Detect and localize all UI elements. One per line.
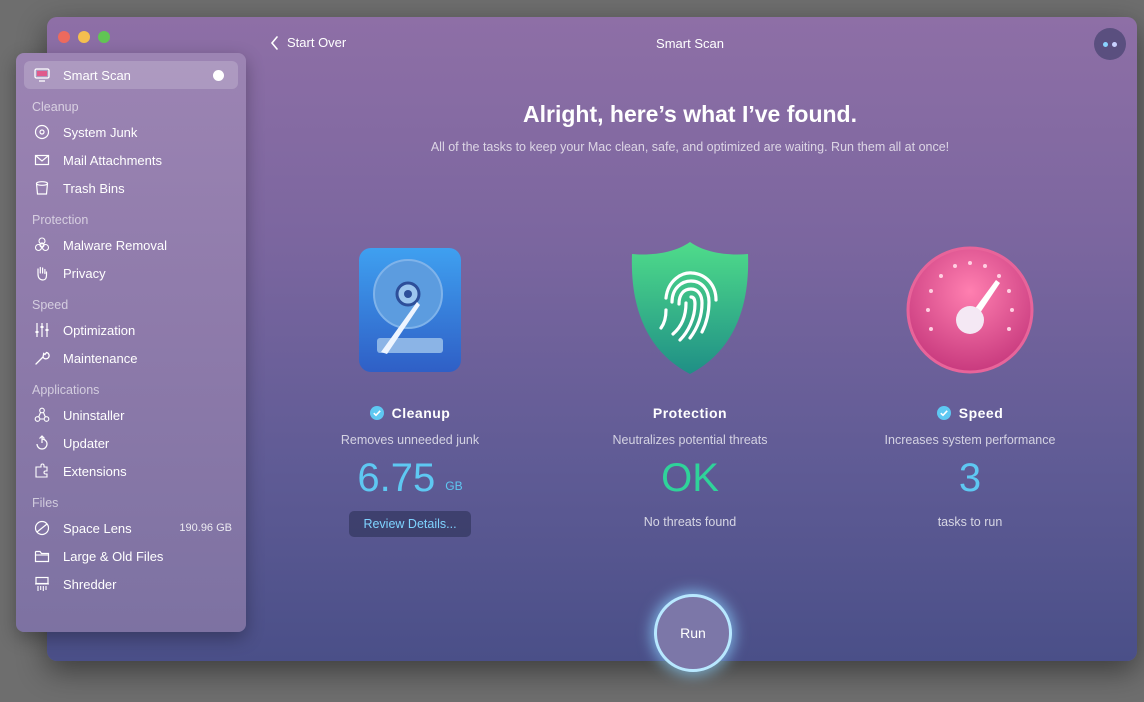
review-details-button[interactable]: Review Details...: [349, 511, 471, 537]
hand-icon: [34, 265, 50, 281]
assistant-button[interactable]: [1094, 28, 1126, 60]
speed-value-row: 3: [830, 453, 1110, 501]
sidebar-section-files: Files: [32, 496, 59, 510]
sidebar-item-label: Smart Scan: [63, 67, 131, 83]
hard-drive-icon: [270, 240, 550, 380]
sidebar-item-system-junk[interactable]: System Junk: [24, 118, 238, 146]
assistant-dot-icon: [1103, 41, 1108, 47]
sidebar-item-mail-attachments[interactable]: Mail Attachments: [24, 146, 238, 174]
zoom-window-button[interactable]: [98, 31, 110, 43]
cleanup-unit: GB: [445, 479, 463, 493]
sidebar-item-label: Shredder: [63, 576, 117, 592]
sidebar-item-label: Mail Attachments: [63, 152, 162, 168]
sidebar-item-maintenance[interactable]: Maintenance: [24, 344, 238, 372]
sidebar-item-label: Privacy: [63, 265, 106, 281]
envelope-icon: [34, 152, 50, 168]
speed-description: Increases system performance: [884, 433, 1056, 447]
active-indicator: [213, 69, 224, 81]
speed-column: Speed Increases system performance 3 tas…: [830, 240, 1110, 529]
speed-tasks-label: tasks to run: [937, 515, 1003, 529]
sidebar-item-trash-bins[interactable]: Trash Bins: [24, 174, 238, 202]
sidebar-item-large-old-files[interactable]: Large & Old Files: [24, 542, 238, 570]
speed-title: Speed: [958, 405, 1004, 421]
protection-title-row: Protection: [550, 405, 830, 421]
sidebar-item-label: Trash Bins: [63, 180, 125, 196]
disc-icon: [34, 124, 50, 140]
cleanup-column: Cleanup Removes unneeded junk 6.75 GB Re…: [270, 240, 550, 537]
sidebar-item-label: Maintenance: [63, 350, 138, 366]
cleanup-description: Removes unneeded junk: [340, 433, 480, 447]
protection-title: Protection: [652, 405, 728, 421]
run-button[interactable]: Run: [654, 594, 732, 672]
biohazard-icon: [34, 237, 50, 253]
apps-grid-icon: [34, 407, 50, 423]
check-circle-icon: [369, 406, 384, 420]
protection-status: No threats found: [643, 515, 737, 529]
protection-description: Neutralizes potential threats: [612, 433, 768, 447]
trash-icon: [34, 180, 50, 196]
cleanup-value: 6.75: [357, 456, 436, 500]
fingerprint-shield-icon: [550, 240, 830, 380]
sidebar-item-smart-scan[interactable]: Smart Scan: [24, 61, 238, 89]
protection-value-row: OK: [550, 453, 830, 501]
speed-title-row: Speed: [830, 405, 1110, 421]
protection-column: Protection Neutralizes potential threats…: [550, 240, 830, 529]
sidebar-section-applications: Applications: [32, 383, 100, 397]
protection-value: OK: [661, 456, 719, 500]
sidebar-item-optimization[interactable]: Optimization: [24, 316, 238, 344]
sidebar-section-speed: Speed: [32, 298, 69, 312]
sidebar-section-cleanup: Cleanup: [32, 100, 79, 114]
sidebar-item-label: Uninstaller: [63, 407, 125, 423]
sidebar-item-extensions[interactable]: Extensions: [24, 457, 238, 485]
sidebar: Smart Scan Cleanup System Junk Mail Atta…: [16, 53, 246, 632]
sidebar-item-label: Optimization: [63, 322, 136, 338]
sidebar-item-malware-removal[interactable]: Malware Removal: [24, 231, 238, 259]
sidebar-item-label: System Junk: [63, 124, 138, 140]
start-over-label: Start Over: [287, 35, 347, 50]
sidebar-item-space-lens[interactable]: Space Lens 190.96 GB: [24, 514, 238, 542]
sidebar-item-label: Space Lens: [63, 520, 132, 536]
window-title: Smart Scan: [656, 36, 724, 51]
assistant-dot-icon: [1112, 41, 1117, 47]
shredder-icon: [34, 576, 50, 592]
space-lens-size: 190.96 GB: [179, 522, 232, 534]
close-window-button[interactable]: [58, 31, 70, 43]
lens-icon: [34, 520, 50, 536]
page-title: Alright, here’s what I’ve found.: [523, 101, 857, 127]
window-controls: [58, 31, 110, 43]
extension-puzzle-icon: [34, 463, 50, 479]
cleanup-value-row: 6.75 GB: [270, 453, 550, 501]
cleanup-title: Cleanup: [391, 405, 451, 421]
sidebar-item-shredder[interactable]: Shredder: [24, 570, 238, 598]
sidebar-item-label: Malware Removal: [63, 237, 168, 253]
sidebar-item-label: Updater: [63, 435, 110, 451]
cleanup-title-row: Cleanup: [270, 405, 550, 421]
update-arrow-icon: [34, 435, 50, 451]
speedometer-icon: [830, 240, 1110, 380]
sidebar-item-uninstaller[interactable]: Uninstaller: [24, 401, 238, 429]
start-over-button[interactable]: Start Over: [270, 35, 346, 50]
chevron-left-icon: [270, 35, 278, 50]
wrench-icon: [34, 350, 50, 366]
monitor-scan-icon: [34, 67, 50, 83]
sidebar-item-privacy[interactable]: Privacy: [24, 259, 238, 287]
sidebar-section-protection: Protection: [32, 213, 89, 227]
minimize-window-button[interactable]: [78, 31, 90, 43]
folder-icon: [34, 548, 50, 564]
sidebar-item-label: Extensions: [63, 463, 127, 479]
page-subtitle: All of the tasks to keep your Mac clean,…: [430, 140, 950, 154]
sidebar-item-updater[interactable]: Updater: [24, 429, 238, 457]
sliders-icon: [34, 322, 50, 338]
speed-value: 3: [958, 456, 982, 500]
sidebar-item-label: Large & Old Files: [63, 548, 164, 564]
check-circle-icon: [936, 406, 951, 420]
